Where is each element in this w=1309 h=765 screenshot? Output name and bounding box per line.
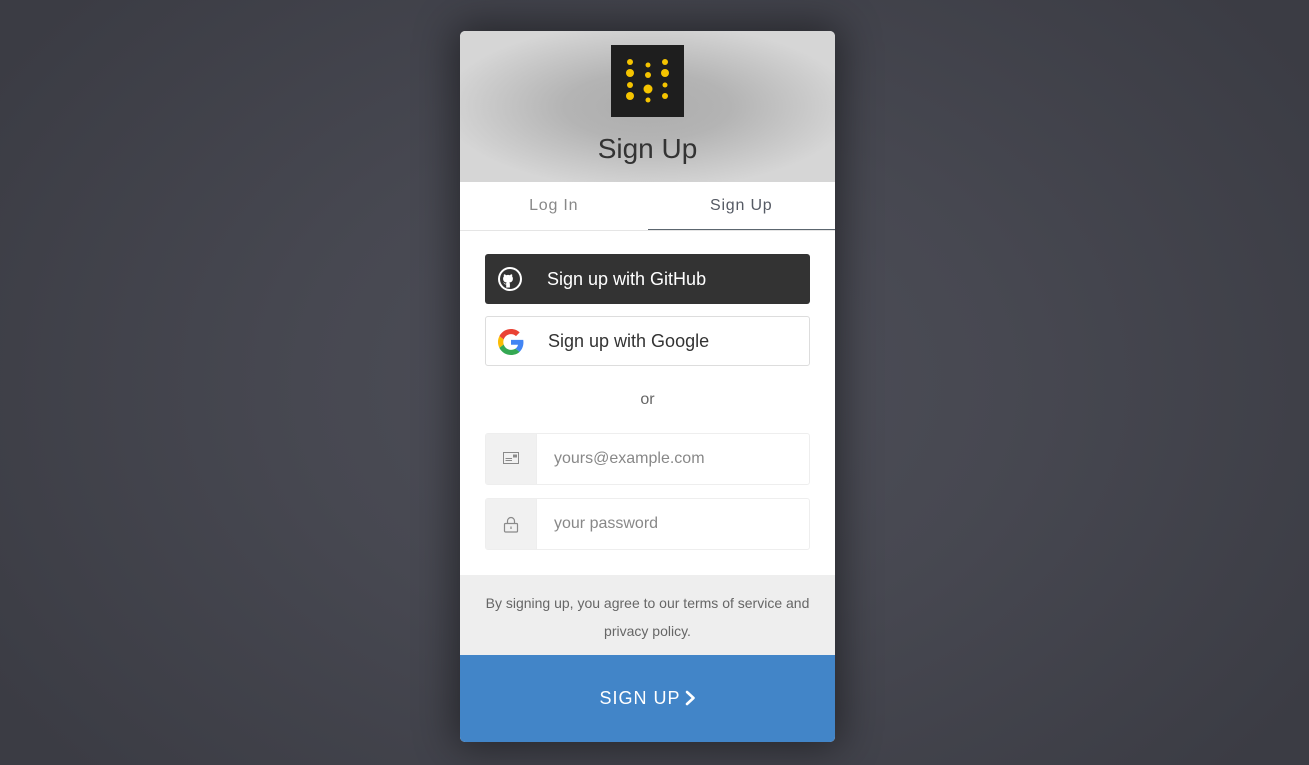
github-signup-button[interactable]: Sign up with GitHub <box>485 254 810 304</box>
github-icon <box>498 267 522 291</box>
submit-label: SIGN UP <box>599 688 681 708</box>
password-input[interactable] <box>537 499 807 549</box>
email-input[interactable] <box>537 434 807 484</box>
google-icon <box>498 329 524 355</box>
password-field <box>485 498 810 550</box>
google-signup-button[interactable]: Sign up with Google <box>485 316 810 366</box>
logo <box>611 45 684 117</box>
signup-card: Sign Up Log In Sign Up Sign up with GitH… <box>460 31 835 742</box>
terms-notice: By signing up, you agree to our terms of… <box>460 575 835 655</box>
chevron-right-icon <box>685 690 695 706</box>
card-header: Sign Up <box>460 31 835 182</box>
tab-sign-up[interactable]: Sign Up <box>647 182 835 230</box>
page-title: Sign Up <box>597 133 698 164</box>
lock-icon <box>503 516 519 533</box>
yellow-dots-logo-icon <box>626 59 669 103</box>
or-separator: or <box>640 391 655 408</box>
auth-tabs: Log In Sign Up <box>460 182 835 231</box>
password-icon-box <box>486 499 537 549</box>
envelope-icon <box>503 452 519 464</box>
sign-up-submit-button[interactable]: SIGN UP <box>460 655 835 742</box>
google-signup-label: Sign up with Google <box>548 331 710 351</box>
email-icon-box <box>486 434 537 484</box>
github-signup-label: Sign up with GitHub <box>547 269 707 289</box>
tab-log-in[interactable]: Log In <box>460 182 648 230</box>
email-field <box>485 433 810 485</box>
